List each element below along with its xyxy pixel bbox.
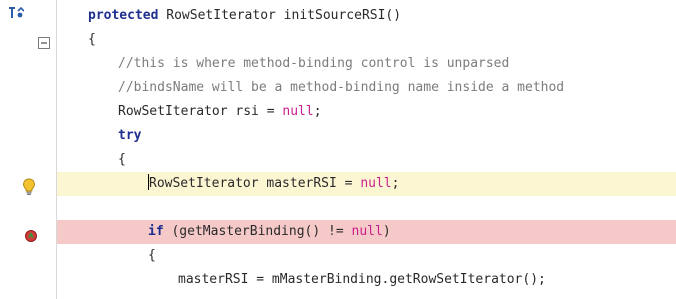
code-token: null: [282, 104, 314, 119]
code-text: masterRSI = mMasterBinding.getRowSetIter…: [178, 268, 546, 292]
code-token: {: [148, 248, 156, 263]
code-token: try: [118, 128, 142, 143]
code-token: ;: [391, 176, 400, 191]
code-line[interactable]: //this is where method-binding control i…: [0, 52, 676, 76]
code-line[interactable]: masterRSI = mMasterBinding.getRowSetIter…: [0, 268, 676, 292]
code-editor[interactable]: protected RowSetIterator initSourceRSI()…: [0, 0, 676, 299]
code-token: {: [88, 32, 96, 47]
code-token: masterRSI = mMasterBinding.getRowSetIter…: [178, 272, 546, 287]
code-token: RowSetIterator initSourceRSI(): [158, 8, 402, 23]
code-token: ;: [313, 104, 322, 119]
code-text: {: [148, 244, 156, 268]
code-text: //this is where method-binding control i…: [118, 52, 509, 76]
code-token: {: [118, 152, 126, 167]
code-text: try: [118, 124, 141, 148]
code-token: ): [382, 224, 391, 239]
code-text: RowSetIterator rsi = null;: [118, 100, 322, 124]
code-token: null: [351, 224, 383, 239]
override-method-icon[interactable]: [6, 5, 25, 24]
code-line[interactable]: if (getMasterBinding() != null): [0, 220, 676, 244]
code-line[interactable]: [0, 196, 676, 220]
code-text: {: [88, 28, 96, 52]
code-line[interactable]: {: [0, 148, 676, 172]
code-line[interactable]: {: [0, 28, 676, 52]
code-line[interactable]: //bindsName will be a method-binding nam…: [0, 76, 676, 100]
code-line[interactable]: {: [0, 244, 676, 268]
code-text: //bindsName will be a method-binding nam…: [118, 76, 564, 100]
code-token: (getMasterBinding() !=: [163, 224, 352, 239]
code-text: protected RowSetIterator initSourceRSI(): [88, 4, 401, 28]
code-line[interactable]: protected RowSetIterator initSourceRSI(): [0, 4, 676, 28]
breakpoint-icon[interactable]: [24, 228, 38, 247]
fold-collapse-icon[interactable]: [38, 34, 50, 53]
code-token: //this is where method-binding control i…: [118, 56, 510, 71]
code-token: null: [360, 176, 392, 191]
code-line[interactable]: RowSetIterator rsi = null;: [0, 100, 676, 124]
code-token: protected: [88, 8, 159, 23]
editor-gutter[interactable]: [0, 0, 57, 299]
code-text: {: [118, 148, 126, 172]
code-text: if (getMasterBinding() != null): [148, 220, 391, 244]
code-token: RowSetIterator masterRSI =: [149, 176, 361, 191]
code-token: if: [148, 224, 164, 239]
code-token: RowSetIterator rsi =: [118, 104, 283, 119]
code-line[interactable]: try: [0, 124, 676, 148]
code-token: //bindsName will be a method-binding nam…: [118, 80, 565, 95]
code-line[interactable]: RowSetIterator masterRSI = null;: [0, 172, 676, 196]
lightbulb-hint-icon[interactable]: [22, 178, 36, 200]
code-text: RowSetIterator masterRSI = null;: [148, 172, 399, 196]
